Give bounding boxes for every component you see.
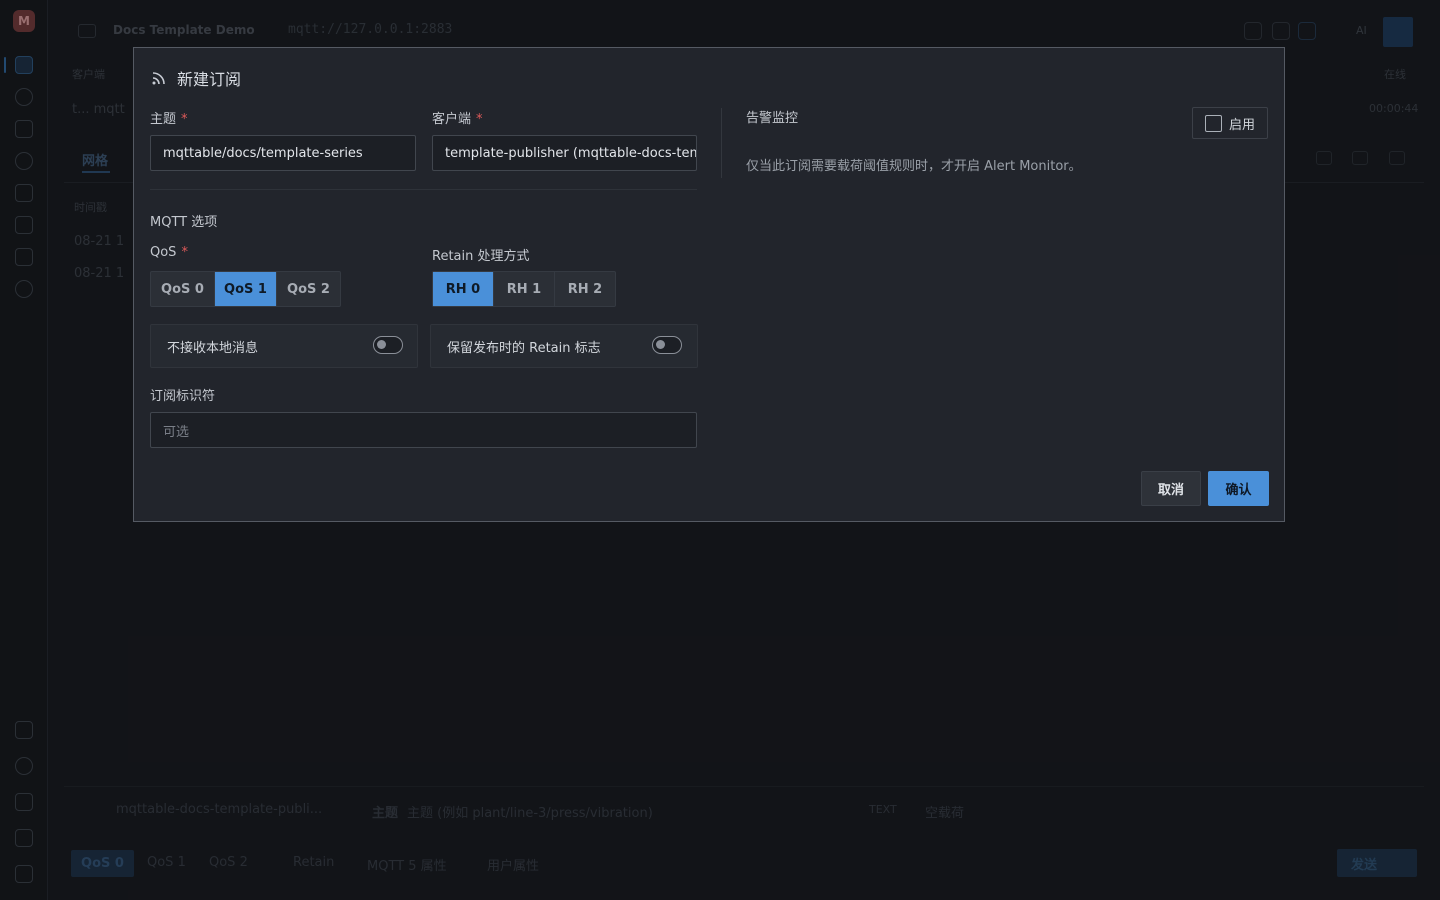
- retain-as-published-option: 保留发布时的 Retain 标志: [430, 324, 698, 368]
- alert-monitor-description: 仅当此订阅需要载荷阈值规则时，才开启 Alert Monitor。: [746, 159, 1082, 174]
- mqtt-options-heading: MQTT 选项: [150, 215, 218, 230]
- qos-0-option[interactable]: QoS 0: [151, 272, 215, 306]
- no-local-option: 不接收本地消息: [150, 324, 418, 368]
- rh-1-option[interactable]: RH 1: [494, 272, 555, 306]
- no-local-switch[interactable]: [373, 336, 403, 354]
- column-divider: [721, 108, 722, 178]
- rh-2-option[interactable]: RH 2: [555, 272, 615, 306]
- rss-icon: [152, 72, 165, 85]
- retain-as-published-label: 保留发布时的 Retain 标志: [447, 340, 601, 356]
- topic-input[interactable]: mqttable/docs/template-series: [150, 135, 416, 171]
- rh-0-option[interactable]: RH 0: [433, 272, 494, 306]
- topic-label: 主题 *: [150, 112, 188, 127]
- switch-knob: [377, 340, 386, 349]
- dialog-header: 新建订阅: [150, 66, 241, 90]
- cancel-button[interactable]: 取消: [1141, 471, 1201, 506]
- alert-enable-checkbox[interactable]: [1205, 114, 1222, 132]
- qos-label: QoS *: [150, 245, 188, 260]
- new-subscription-dialog: 新建订阅 主题 * mqttable/docs/template-series 客…: [133, 47, 1285, 522]
- qos-2-option[interactable]: QoS 2: [277, 272, 340, 306]
- section-divider: [150, 189, 697, 190]
- retain-handling-label: Retain 处理方式: [432, 249, 530, 264]
- switch-knob: [656, 340, 665, 349]
- sub-id-input[interactable]: 可选: [150, 412, 697, 448]
- no-local-label: 不接收本地消息: [167, 340, 259, 356]
- client-label: 客户端 *: [432, 112, 483, 127]
- dialog-title: 新建订阅: [177, 70, 242, 89]
- confirm-button[interactable]: 确认: [1208, 471, 1269, 506]
- alert-enable-toggle[interactable]: 启用: [1192, 107, 1268, 139]
- retain-as-published-switch[interactable]: [652, 336, 682, 354]
- retain-handling-segmented: RH 0 RH 1 RH 2: [432, 271, 616, 307]
- sub-id-label: 订阅标识符: [150, 389, 216, 404]
- alert-enable-label: 启用: [1229, 117, 1256, 133]
- client-select[interactable]: template-publisher (mqttable-docs-tem: [432, 135, 697, 171]
- alert-monitor-title: 告警监控: [746, 111, 799, 126]
- qos-1-option[interactable]: QoS 1: [215, 272, 277, 306]
- qos-segmented: QoS 0 QoS 1 QoS 2: [150, 271, 341, 307]
